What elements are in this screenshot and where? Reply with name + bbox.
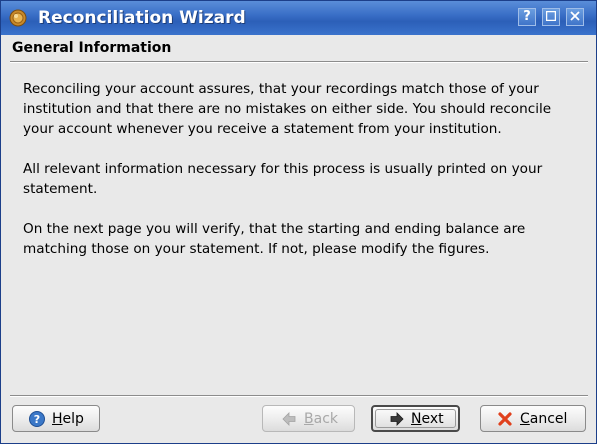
back-button-label: Back — [304, 411, 338, 427]
next-button-label: Next — [411, 411, 444, 427]
cancel-button[interactable]: Cancel — [480, 405, 586, 432]
paragraph-next-page: On the next page you will verify, that t… — [23, 221, 526, 257]
help-button[interactable]: ? Help — [12, 405, 100, 432]
maximize-icon[interactable] — [542, 8, 560, 26]
close-icon[interactable] — [566, 8, 584, 26]
help-icon[interactable]: ? — [518, 8, 536, 26]
svg-text:?: ? — [34, 413, 40, 426]
back-button[interactable]: Back — [262, 405, 355, 432]
cancel-button-label: Cancel — [520, 411, 568, 427]
arrow-left-icon — [281, 411, 297, 427]
app-icon[interactable] — [9, 9, 27, 27]
window-title: Reconciliation Wizard — [38, 8, 246, 28]
paragraph-reconcile: Reconciling your account assures, that y… — [23, 81, 552, 137]
arrow-right-icon — [389, 411, 405, 427]
heading-divider — [10, 61, 588, 63]
cancel-x-icon — [497, 411, 513, 427]
wizard-window: Reconciliation Wizard ? General Informat… — [0, 0, 597, 444]
page-title: General Information — [12, 40, 172, 56]
help-circle-icon: ? — [29, 411, 45, 427]
footer-divider — [10, 395, 588, 397]
next-button[interactable]: Next — [371, 405, 460, 432]
intro-text: Reconciling your account assures, that y… — [23, 79, 575, 279]
paragraph-statement: All relevant information necessary for t… — [23, 161, 543, 197]
help-button-label: Help — [52, 411, 84, 427]
title-bar[interactable]: Reconciliation Wizard ? — [1, 1, 596, 35]
